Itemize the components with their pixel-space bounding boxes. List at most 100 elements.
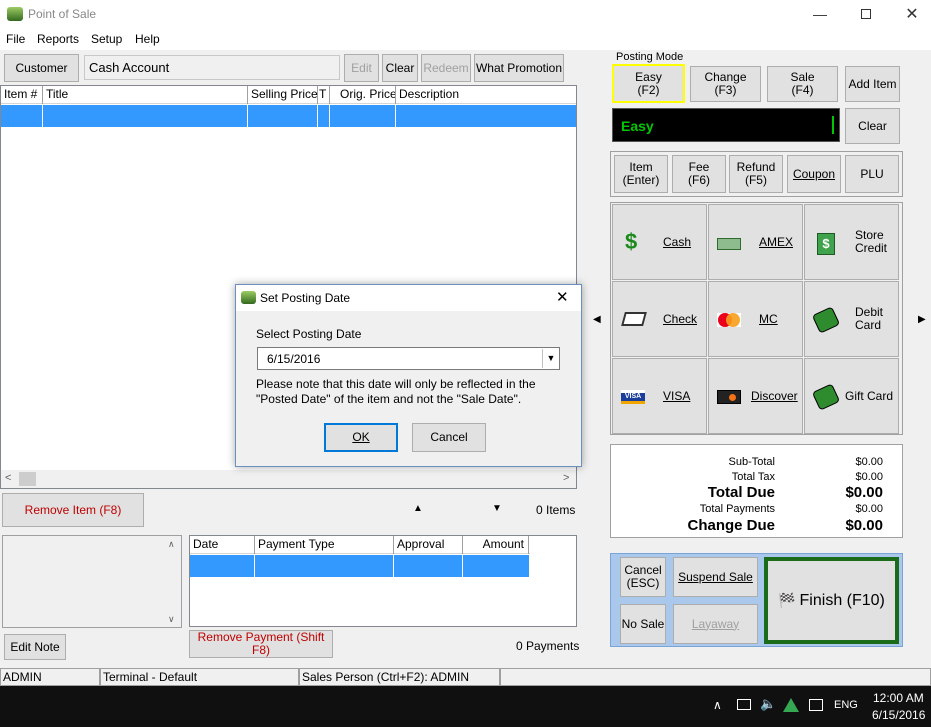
- cash-button[interactable]: $ Cash: [612, 204, 707, 280]
- gift-card-icon: [811, 383, 841, 411]
- debit-card-icon: [811, 306, 841, 334]
- clear-display-button[interactable]: Clear: [845, 108, 900, 144]
- menu-bar: File Reports Setup Help: [0, 28, 931, 50]
- network-icon[interactable]: [737, 699, 751, 710]
- plu-button[interactable]: PLU: [845, 155, 899, 193]
- items-count: 0 Items: [536, 503, 576, 517]
- move-up-icon[interactable]: ▲: [413, 503, 423, 514]
- col-orig-price[interactable]: Orig. Price: [330, 86, 396, 104]
- clock-date[interactable]: 6/15/2016: [872, 708, 925, 722]
- payments-table-header: Date Payment Type Approval Amount: [190, 536, 530, 554]
- chevron-up-icon[interactable]: ∧: [713, 698, 722, 712]
- col-date[interactable]: Date: [190, 536, 255, 554]
- clock-time[interactable]: 12:00 AM: [873, 691, 924, 705]
- prev-page-icon[interactable]: ◀: [593, 314, 601, 325]
- redeem-button[interactable]: Redeem: [421, 54, 471, 82]
- scroll-left-icon[interactable]: <: [5, 472, 11, 484]
- no-sale-button[interactable]: No Sale: [620, 604, 666, 644]
- coupon-button[interactable]: Coupon: [787, 155, 841, 193]
- taskbar: ∧ 🔈 ENG 12:00 AM 6/15/2016: [0, 686, 931, 727]
- scroll-right-icon[interactable]: >: [563, 472, 569, 484]
- mode-display: Easy: [612, 108, 840, 142]
- dropdown-arrow-icon[interactable]: ▼: [542, 349, 559, 368]
- close-icon[interactable]: ✕: [889, 0, 931, 28]
- col-approval[interactable]: Approval: [394, 536, 463, 554]
- check-button[interactable]: Check: [612, 281, 707, 357]
- finish-button[interactable]: 🏁 Finish (F10): [764, 557, 899, 644]
- dialog-cancel-button[interactable]: Cancel: [412, 423, 486, 452]
- col-payment-type[interactable]: Payment Type: [255, 536, 394, 554]
- visa-button[interactable]: VISA VISA: [612, 358, 707, 434]
- menu-file[interactable]: File: [6, 32, 25, 46]
- posting-date-value: 6/15/2016: [267, 352, 321, 366]
- cancel-sale-button[interactable]: Cancel (ESC): [620, 557, 666, 597]
- easy-mode-button[interactable]: Easy (F2): [612, 64, 685, 103]
- maximize-icon[interactable]: [843, 0, 889, 28]
- posting-mode-label: Posting Mode: [616, 51, 684, 63]
- clear-customer-button[interactable]: Clear: [382, 54, 418, 82]
- next-page-icon[interactable]: ▶: [918, 314, 926, 325]
- what-promotion-button[interactable]: What Promotion: [474, 54, 564, 82]
- suspend-sale-button[interactable]: Suspend Sale: [673, 557, 758, 597]
- mc-button[interactable]: MC: [708, 281, 803, 357]
- layaway-button[interactable]: Layaway: [673, 604, 758, 644]
- item-button[interactable]: Item (Enter): [614, 155, 668, 193]
- discover-button[interactable]: Discover: [708, 358, 803, 434]
- edit-button[interactable]: Edit: [344, 54, 379, 82]
- edit-note-button[interactable]: Edit Note: [4, 634, 66, 660]
- table-row[interactable]: [1, 105, 576, 127]
- menu-reports[interactable]: Reports: [37, 32, 79, 46]
- change-mode-button[interactable]: Change (F3): [690, 66, 761, 102]
- dialog-close-icon[interactable]: ✕: [556, 288, 569, 306]
- gift-card-button[interactable]: Gift Card: [804, 358, 899, 434]
- remove-payment-button[interactable]: Remove Payment (Shift F8): [189, 630, 333, 658]
- set-posting-date-dialog: Set Posting Date ✕ Select Posting Date 6…: [235, 284, 582, 467]
- discover-icon: [717, 390, 741, 404]
- posting-date-label: Select Posting Date: [256, 327, 362, 341]
- drive-icon[interactable]: [783, 698, 799, 712]
- horizontal-scrollbar[interactable]: < >: [1, 470, 576, 488]
- window-title: Point of Sale: [28, 7, 97, 21]
- refund-button[interactable]: Refund (F5): [729, 155, 783, 193]
- fee-button[interactable]: Fee (F6): [672, 155, 726, 193]
- dialog-app-icon: [241, 291, 256, 304]
- sale-mode-button[interactable]: Sale (F4): [767, 66, 838, 102]
- language-indicator[interactable]: ENG: [834, 699, 858, 711]
- add-item-button[interactable]: Add Item: [845, 66, 900, 102]
- payments-table[interactable]: Date Payment Type Approval Amount: [189, 535, 577, 627]
- col-selling-price[interactable]: Selling Price: [248, 86, 318, 104]
- col-taxable[interactable]: T: [318, 86, 330, 104]
- move-down-icon[interactable]: ▼: [492, 503, 502, 514]
- note-box[interactable]: ∧ ∨: [2, 535, 182, 628]
- status-empty: [500, 668, 931, 686]
- dialog-title: Set Posting Date: [260, 291, 351, 305]
- customer-field[interactable]: Cash Account: [84, 55, 340, 80]
- store-credit-button[interactable]: $ Store Credit: [804, 204, 899, 280]
- customer-button[interactable]: Customer: [4, 54, 79, 82]
- posting-date-select[interactable]: 6/15/2016 ▼: [257, 347, 560, 370]
- col-title[interactable]: Title: [43, 86, 248, 104]
- ok-button[interactable]: OK: [324, 423, 398, 452]
- note-scroll-down-icon[interactable]: ∨: [168, 614, 175, 625]
- menu-help[interactable]: Help: [135, 32, 160, 46]
- volume-icon[interactable]: 🔈: [760, 696, 776, 712]
- checkered-flag-icon: 🏁: [778, 592, 796, 608]
- scroll-thumb[interactable]: [19, 472, 36, 486]
- status-sales-person: Sales Person (Ctrl+F2): ADMIN: [299, 668, 500, 686]
- note-scroll-up-icon[interactable]: ∧: [168, 539, 175, 550]
- remove-item-button[interactable]: Remove Item (F8): [2, 493, 144, 527]
- col-description[interactable]: Description: [396, 86, 576, 104]
- debit-card-button[interactable]: Debit Card: [804, 281, 899, 357]
- dialog-title-bar: Set Posting Date ✕: [236, 285, 581, 311]
- totals-panel: Sub-Total $0.00 Total Tax $0.00 Total Du…: [610, 444, 903, 538]
- notification-icon[interactable]: [809, 699, 823, 711]
- minimize-icon[interactable]: —: [797, 0, 843, 28]
- menu-setup[interactable]: Setup: [91, 32, 122, 46]
- table-row[interactable]: [190, 555, 529, 577]
- payments-count: 0 Payments: [516, 639, 580, 653]
- app-icon: [7, 7, 23, 21]
- col-amount[interactable]: Amount: [463, 536, 529, 554]
- title-bar: Point of Sale — ✕: [0, 0, 931, 28]
- col-item-number[interactable]: Item #: [1, 86, 43, 104]
- amex-button[interactable]: AMEX: [708, 204, 803, 280]
